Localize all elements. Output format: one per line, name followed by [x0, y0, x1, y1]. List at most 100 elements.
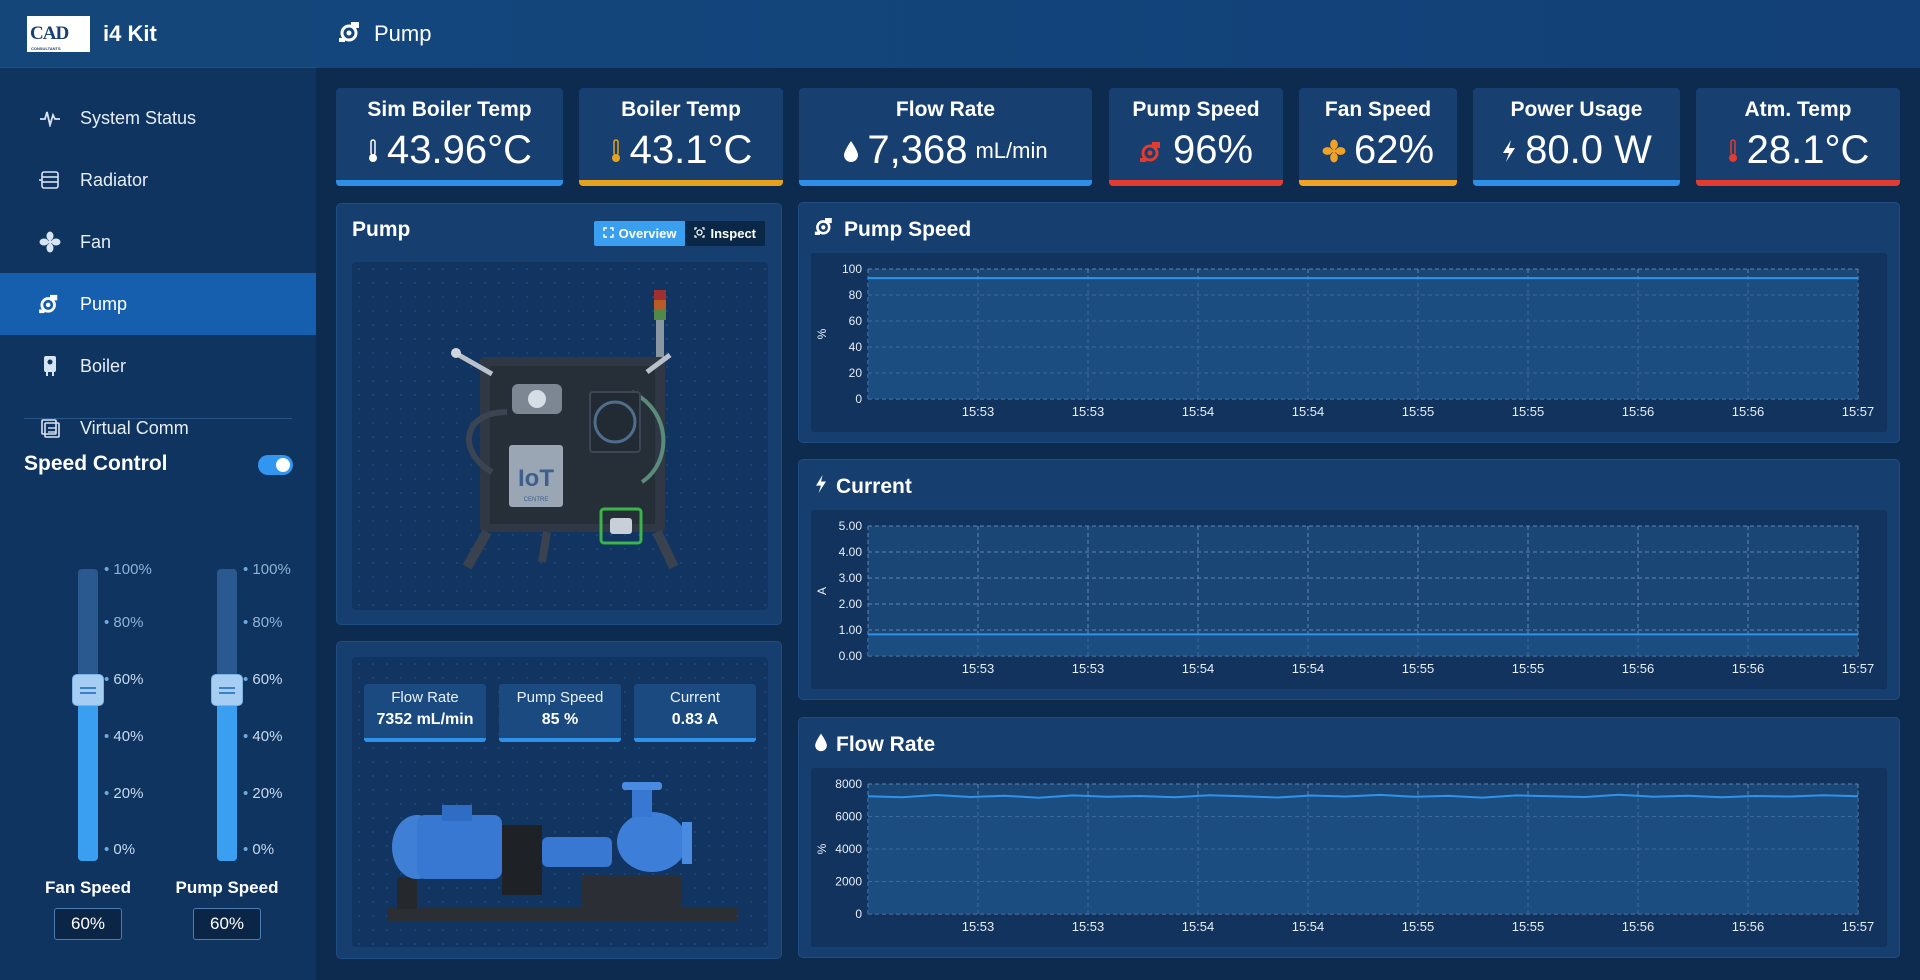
metric-accent-bar — [634, 738, 756, 742]
slider-tick: 40% — [243, 728, 282, 745]
sidebar-item-virtual-comm[interactable]: Virtual Comm — [0, 397, 316, 459]
slider-tick: 80% — [243, 614, 282, 631]
kpi-accent-bar — [336, 180, 563, 186]
radiator-icon — [38, 168, 62, 192]
page-title: Pump — [374, 21, 432, 46]
kpi-title: Fan Speed — [1324, 98, 1432, 121]
sidebar-item-radiator[interactable]: Radiator — [0, 149, 316, 211]
chart-title: Current — [836, 475, 912, 498]
kpi-value: 43.96°C — [387, 128, 532, 172]
x-tick-label: 15:55 — [1512, 919, 1545, 934]
x-tick-label: 15:57 — [1842, 661, 1875, 676]
chart-area: 0.00 1.00 2.00 3.00 4.00 5.00 15:53 15:53 15:54 1… — [811, 510, 1887, 689]
current-chart[interactable]: 0.00 1.00 2.00 3.00 4.00 5.00 15:53 15:53 15:54 1… — [811, 510, 1887, 689]
y-tick-label: 2000 — [835, 875, 862, 889]
slider-tick: 100% — [104, 561, 151, 578]
pump-speed-chart[interactable]: 0 20 40 60 80 100 15:53 15:53 15:54 15:54 15:55 15:… — [811, 253, 1887, 432]
thermometer-icon — [610, 128, 622, 173]
kpi-sim-boiler-temp: Sim Boiler Temp 43.96°C — [336, 88, 563, 186]
kpi-pump-speed: Pump Speed 96% — [1109, 88, 1283, 186]
y-axis-label: % — [815, 328, 829, 339]
slider-thumb[interactable] — [72, 673, 104, 706]
metric-title: Current — [669, 689, 721, 706]
kpi-title: Sim Boiler Temp — [367, 98, 532, 121]
x-tick-label: 15:53 — [962, 919, 995, 934]
kpi-boiler-temp: Boiler Temp 43.1°C — [579, 88, 783, 186]
x-tick-label: 15:56 — [1732, 661, 1765, 676]
fan-icon — [38, 230, 62, 254]
model-viewport[interactable]: IoT CENTRE — [352, 262, 768, 610]
kpi-title: Power Usage — [1510, 98, 1643, 121]
y-tick-label: 0 — [855, 907, 862, 921]
x-tick-label: 15:54 — [1292, 404, 1325, 419]
virtual-comm-icon — [38, 416, 62, 440]
kpi-title: Pump Speed — [1132, 98, 1260, 121]
slider-tick: 0% — [104, 841, 135, 858]
slider-tick: 40% — [104, 728, 143, 745]
metric-title: Pump Speed — [516, 689, 604, 706]
x-tick-label: 15:53 — [1072, 661, 1105, 676]
inspect-button[interactable]: Inspect — [685, 221, 765, 246]
x-tick-label: 15:54 — [1182, 661, 1215, 676]
fan-speed-value[interactable]: 60% — [54, 908, 122, 940]
kpi-accent-bar — [1473, 180, 1680, 186]
x-tick-label: 15:56 — [1622, 661, 1655, 676]
kpi-power-usage: Power Usage 80.0 W — [1473, 88, 1680, 186]
kpi-atm-temp: Atm. Temp 28.1°C — [1696, 88, 1900, 186]
kpi-value: 28.1°C — [1746, 128, 1870, 172]
pulse-icon — [38, 106, 62, 130]
thermometer-icon — [1727, 128, 1739, 173]
sidebar-item-boiler[interactable]: Boiler — [0, 335, 316, 397]
slider-fill — [217, 685, 237, 861]
flow-rate-chart[interactable]: 0 2000 4000 6000 8000 15:53 15:53 15:54 15:54 15:… — [811, 768, 1887, 947]
y-tick-label: 4.00 — [839, 545, 863, 559]
kpi-accent-bar — [579, 180, 783, 186]
pump-speed-chart-panel: Pump Speed 0 20 40 60 80 100 15:53 15:53 15:54 15… — [798, 202, 1900, 443]
thermometer-icon — [367, 128, 379, 173]
boiler-icon — [38, 354, 62, 378]
kpi-unit: mL/min — [975, 137, 1048, 163]
pump-details-panel: Flow Rate 7352 mL/min Pump Speed 85 % Cu… — [336, 641, 782, 959]
x-tick-label: 15:53 — [962, 404, 995, 419]
sidebar-item-pump[interactable]: Pump — [0, 273, 316, 335]
fan-speed-slider[interactable]: 100% 80% 60% 40% 20% 0% — [38, 561, 158, 865]
pump-details-viewport: Flow Rate 7352 mL/min Pump Speed 85 % Cu… — [352, 657, 768, 947]
slider-thumb[interactable] — [211, 673, 243, 706]
slider-tick: 20% — [104, 785, 143, 802]
page-header: Pump — [316, 0, 1920, 68]
y-axis-label: % — [815, 843, 829, 854]
x-tick-label: 15:56 — [1622, 404, 1655, 419]
slider-track[interactable] — [78, 569, 98, 861]
metric-current: Current 0.83 A — [634, 684, 756, 742]
y-tick-label: 60 — [849, 314, 863, 328]
kpi-accent-bar — [1109, 180, 1283, 186]
x-tick-label: 15:54 — [1182, 404, 1215, 419]
sidebar-divider — [24, 418, 292, 419]
fan-speed-label: Fan Speed — [45, 878, 131, 897]
slider-tick: 60% — [104, 671, 143, 688]
iot-logo-subtext: CENTRE — [524, 497, 549, 503]
speed-control-toggle[interactable] — [258, 455, 293, 475]
speed-control-title: Speed Control — [24, 452, 168, 475]
sidebar-item-fan[interactable]: Fan — [0, 211, 316, 273]
y-tick-label: 0 — [855, 392, 862, 406]
pump-icon — [814, 217, 836, 242]
overview-button[interactable]: Overview — [593, 221, 686, 246]
kpi-title: Flow Rate — [895, 98, 996, 121]
button-label: Overview — [618, 226, 677, 241]
sidebar-item-system-status[interactable]: System Status — [0, 87, 316, 149]
y-tick-label: 80 — [849, 288, 863, 302]
y-tick-label: 1.00 — [839, 623, 863, 637]
company-logo[interactable]: CAD CONSULTANTS — [27, 15, 90, 52]
sidebar-item-label: Virtual Comm — [80, 417, 189, 438]
pump-speed-value[interactable]: 60% — [193, 908, 261, 940]
slider-track[interactable] — [217, 569, 237, 861]
kpi-value: 80.0 W — [1525, 128, 1652, 172]
pump-speed-slider[interactable]: 100% 80% 60% 40% 20% 0% — [177, 561, 297, 865]
metric-flow-rate: Flow Rate 7352 mL/min — [364, 684, 486, 742]
x-tick-label: 15:57 — [1842, 404, 1875, 419]
kpi-value: 96% — [1172, 128, 1254, 172]
button-label: Inspect — [710, 226, 756, 241]
view-toggle: Overview Inspect — [593, 221, 765, 246]
slider-tick: 100% — [243, 561, 290, 578]
